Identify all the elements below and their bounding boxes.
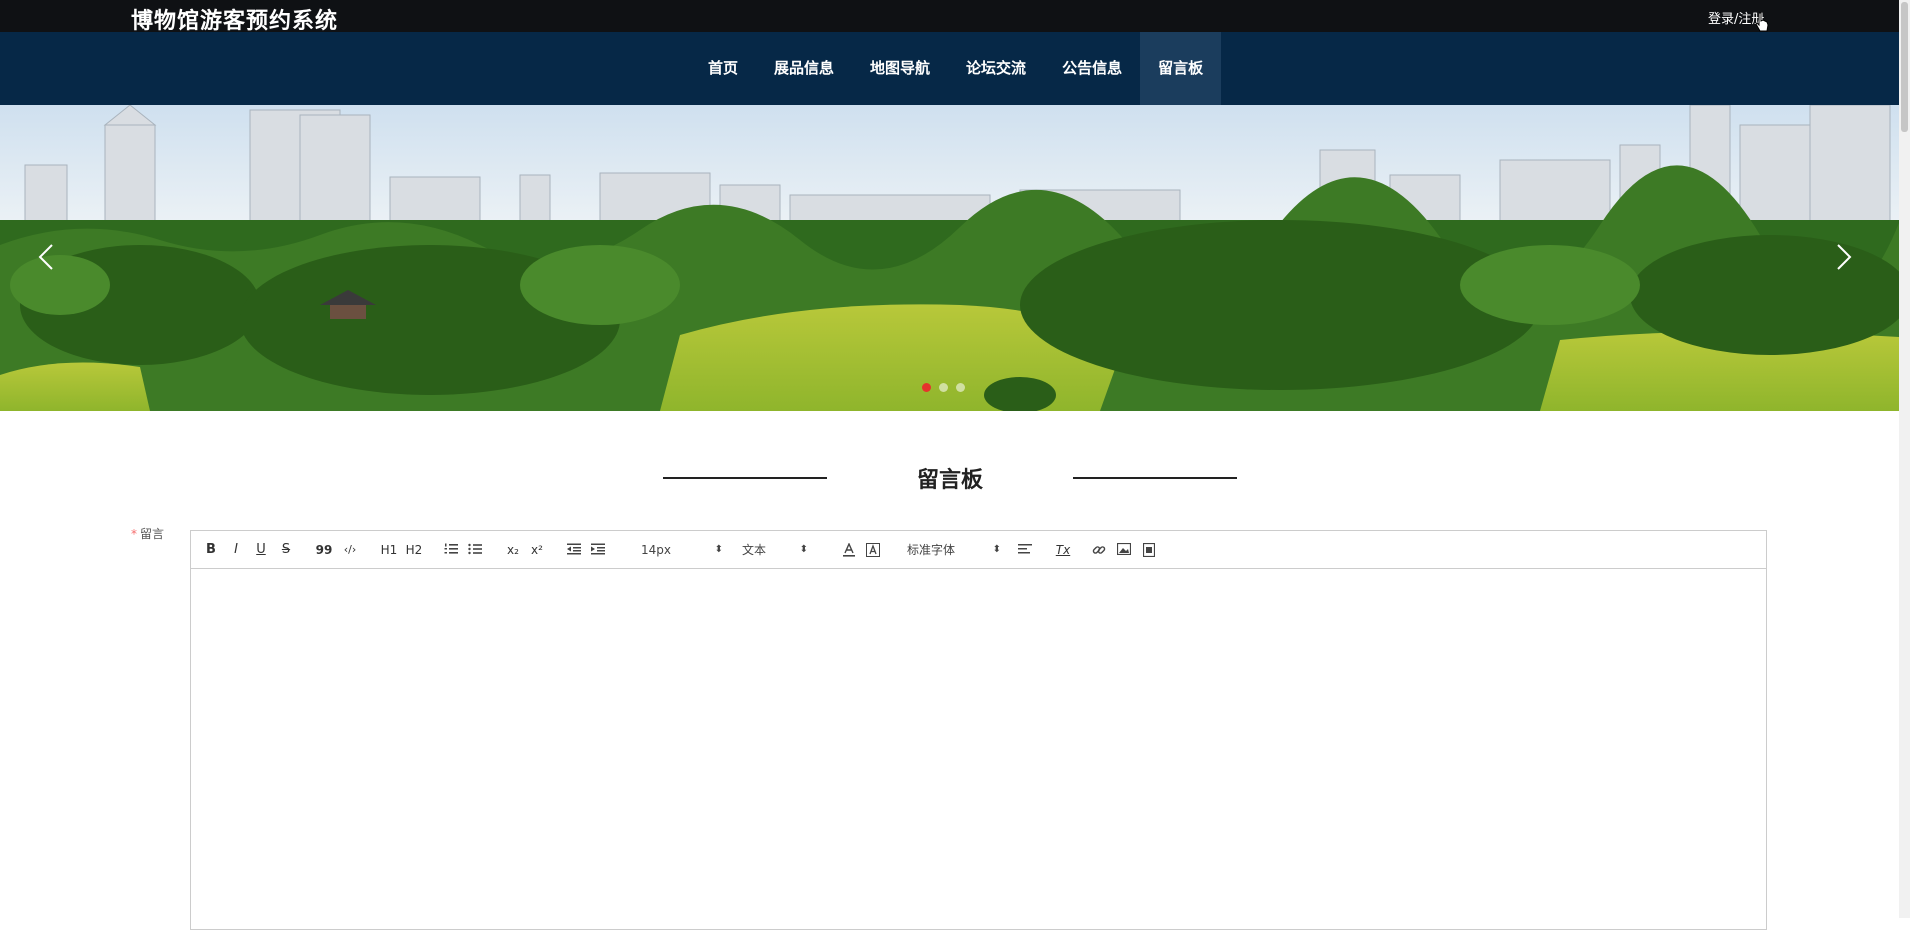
bold-button[interactable]: B bbox=[203, 539, 219, 561]
scrollbar-thumb[interactable] bbox=[1901, 2, 1908, 132]
font-family-value: 标准字体 bbox=[907, 543, 956, 557]
italic-button[interactable]: I bbox=[228, 539, 244, 561]
strike-button[interactable]: S bbox=[278, 539, 294, 561]
site-title: 博物馆游客预约系统 bbox=[131, 9, 339, 34]
image-button[interactable] bbox=[1115, 539, 1133, 561]
carousel-indicators bbox=[922, 383, 965, 392]
page-scrollbar[interactable] bbox=[1899, 0, 1910, 918]
align-button[interactable] bbox=[1016, 539, 1034, 561]
bullet-list-button[interactable] bbox=[466, 539, 484, 561]
indent-button[interactable] bbox=[589, 539, 607, 561]
link-icon bbox=[1092, 546, 1106, 554]
nav-item-home[interactable]: 首页 bbox=[690, 32, 756, 105]
editor-toolbar: B I U S 99 ‹/› H1 H2 x₂ x² 14px ⬍ 文本 ⬍ 标… bbox=[191, 531, 1766, 569]
bullet-list-icon bbox=[468, 543, 482, 555]
rich-text-editor: B I U S 99 ‹/› H1 H2 x₂ x² 14px ⬍ 文本 ⬍ 标… bbox=[190, 530, 1767, 930]
nav-item-exhibits[interactable]: 展品信息 bbox=[756, 32, 852, 105]
code-block-button[interactable]: ‹/› bbox=[340, 539, 360, 561]
blockquote-button[interactable]: 99 bbox=[315, 539, 333, 561]
ordered-list-button[interactable] bbox=[442, 539, 460, 561]
font-size-value: 14px bbox=[641, 543, 671, 557]
message-field-label: * 留言 bbox=[131, 525, 164, 542]
link-button[interactable] bbox=[1090, 539, 1108, 561]
subscript-button[interactable]: x₂ bbox=[504, 539, 522, 561]
header-format-select[interactable]: 文本 ⬍ bbox=[742, 539, 808, 561]
font-color-icon bbox=[843, 543, 855, 557]
carousel-dot[interactable] bbox=[956, 383, 965, 392]
outdent-icon bbox=[567, 543, 581, 555]
nav-item-message-board[interactable]: 留言板 bbox=[1140, 32, 1222, 105]
font-size-select[interactable]: 14px ⬍ bbox=[641, 539, 723, 561]
required-mark: * bbox=[131, 527, 137, 541]
underline-button[interactable]: U bbox=[253, 539, 269, 561]
section-title: 留言板 bbox=[916, 468, 983, 493]
clear-format-button[interactable]: Tx bbox=[1054, 539, 1072, 561]
header-format-value: 文本 bbox=[742, 543, 767, 557]
h2-button[interactable]: H2 bbox=[404, 539, 424, 561]
nav-item-forum[interactable]: 论坛交流 bbox=[948, 32, 1044, 105]
select-arrows-icon: ⬍ bbox=[799, 544, 808, 555]
main-nav: 首页 展品信息 地图导航 论坛交流 公告信息 留言板 bbox=[0, 32, 1899, 105]
nav-item-notices[interactable]: 公告信息 bbox=[1044, 32, 1140, 105]
heading-line-right bbox=[1073, 477, 1237, 479]
editor-content-area[interactable] bbox=[191, 569, 1766, 929]
video-button[interactable] bbox=[1140, 539, 1158, 561]
carousel-dot[interactable] bbox=[939, 383, 948, 392]
message-label-text: 留言 bbox=[140, 527, 165, 541]
ordered-list-icon bbox=[444, 543, 458, 554]
h1-button[interactable]: H1 bbox=[379, 539, 399, 561]
nav-item-map[interactable]: 地图导航 bbox=[852, 32, 948, 105]
align-left-icon bbox=[1018, 544, 1032, 554]
chevron-right-icon[interactable] bbox=[1822, 235, 1862, 279]
image-icon bbox=[1117, 543, 1131, 555]
banner-image bbox=[0, 105, 1899, 411]
background-color-icon bbox=[866, 543, 880, 557]
banner-carousel[interactable] bbox=[0, 105, 1899, 411]
outdent-button[interactable] bbox=[565, 539, 583, 561]
select-arrows-icon: ⬍ bbox=[714, 544, 723, 555]
indent-icon bbox=[591, 543, 605, 555]
superscript-button[interactable]: x² bbox=[528, 539, 546, 561]
font-family-select[interactable]: 标准字体 ⬍ bbox=[907, 539, 1001, 561]
background-color-button[interactable] bbox=[864, 539, 882, 561]
select-arrows-icon: ⬍ bbox=[992, 544, 1001, 555]
hand-cursor-icon bbox=[1755, 12, 1769, 32]
font-color-button[interactable] bbox=[840, 539, 858, 561]
heading-line-left bbox=[663, 477, 827, 479]
top-bar: 博物馆游客预约系统 登录/注册 bbox=[0, 0, 1899, 34]
chevron-left-icon[interactable] bbox=[28, 235, 68, 279]
video-icon bbox=[1143, 543, 1155, 557]
carousel-dot[interactable] bbox=[922, 383, 931, 392]
nav-list: 首页 展品信息 地图导航 论坛交流 公告信息 留言板 bbox=[690, 32, 1222, 105]
